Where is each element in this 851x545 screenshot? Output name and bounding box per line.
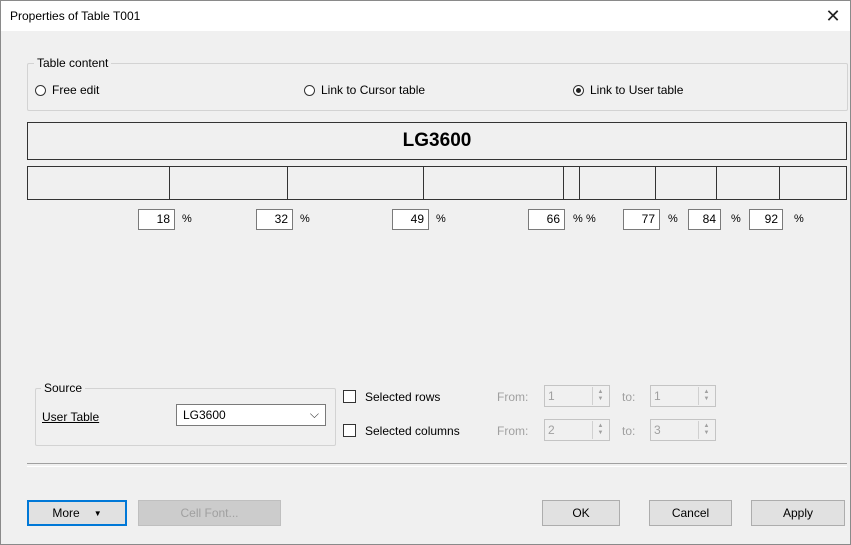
spin-arrows-icon[interactable]: ▲ ▼: [592, 387, 608, 405]
column-width-input[interactable]: 18: [138, 209, 175, 230]
radio-link-user-table[interactable]: Link to User table: [573, 83, 683, 97]
properties-dialog: Properties of Table T001 ✕ Table content…: [0, 0, 851, 545]
cols-to-spinner[interactable]: 3 ▲ ▼: [650, 419, 716, 441]
column-divider[interactable]: [563, 167, 564, 199]
radio-link-cursor-table[interactable]: Link to Cursor table: [304, 83, 425, 97]
rows-to-spinner[interactable]: 1 ▲ ▼: [650, 385, 716, 407]
user-table-select[interactable]: LG3600 ⌵: [176, 404, 326, 426]
source-group-label: Source: [41, 381, 86, 395]
percent-label: %: [794, 213, 804, 225]
close-icon[interactable]: ✕: [816, 1, 850, 31]
rows-to-label: to:: [622, 390, 636, 404]
cols-from-spinner[interactable]: 2 ▲ ▼: [544, 419, 610, 441]
selected-columns-checkbox[interactable]: [343, 424, 356, 437]
cols-from-value: 2: [548, 423, 555, 437]
radio-link-cursor-table-label: Link to Cursor table: [321, 83, 426, 97]
spin-arrows-icon[interactable]: ▲ ▼: [698, 387, 714, 405]
more-button[interactable]: More ▼: [27, 500, 127, 526]
rows-from-value: 1: [548, 389, 555, 403]
percent-label: %: [182, 213, 192, 225]
rows-to-value: 1: [654, 389, 661, 403]
column-width-input[interactable]: 49: [392, 209, 429, 230]
radio-link-user-table-indicator: [573, 84, 584, 96]
column-width-input[interactable]: 66: [528, 209, 565, 230]
chevron-down-icon: ⌵: [309, 407, 319, 421]
radio-link-user-table-label: Link to User table: [590, 83, 684, 97]
cols-to-value: 3: [654, 423, 661, 437]
column-width-input[interactable]: 77: [623, 209, 660, 230]
separator: [27, 463, 847, 467]
selected-rows-label[interactable]: Selected rows: [365, 390, 440, 404]
column-divider[interactable]: [579, 167, 580, 199]
column-divider[interactable]: [287, 167, 288, 199]
column-width-input[interactable]: 92: [749, 209, 783, 230]
column-divider[interactable]: [716, 167, 717, 199]
percent-label: %: [573, 213, 583, 225]
cols-to-label: to:: [622, 424, 636, 438]
percent-label: %: [668, 213, 678, 225]
percent-label: %: [731, 213, 741, 225]
user-table-select-value: LG3600: [183, 408, 226, 422]
column-divider[interactable]: [655, 167, 656, 199]
dialog-title: Properties of Table T001: [10, 9, 141, 23]
cell-font-button[interactable]: Cell Font...: [138, 500, 281, 526]
percent-label: %: [436, 213, 446, 225]
table-title-cell[interactable]: LG3600: [27, 122, 847, 160]
dropdown-arrow-icon: ▼: [93, 508, 102, 518]
column-divider[interactable]: [169, 167, 170, 199]
radio-free-edit-indicator: [35, 84, 46, 96]
percent-label: %: [300, 213, 310, 225]
radio-free-edit-label: Free edit: [52, 83, 100, 97]
selected-columns-label[interactable]: Selected columns: [365, 424, 460, 438]
radio-free-edit[interactable]: Free edit: [35, 83, 99, 97]
apply-button[interactable]: Apply: [751, 500, 845, 526]
column-divider[interactable]: [779, 167, 780, 199]
more-button-label: More: [52, 506, 80, 520]
table-columns-row[interactable]: [27, 166, 847, 200]
spin-arrows-icon[interactable]: ▲ ▼: [698, 421, 714, 439]
percent-label: %: [586, 213, 596, 225]
ok-button[interactable]: OK: [542, 500, 620, 526]
radio-link-cursor-table-indicator: [304, 84, 315, 96]
column-width-input[interactable]: 32: [256, 209, 293, 230]
table-content-label: Table content: [34, 56, 112, 70]
selected-rows-checkbox[interactable]: [343, 390, 356, 403]
column-divider[interactable]: [423, 167, 424, 199]
column-width-input[interactable]: 84: [688, 209, 721, 230]
cancel-button[interactable]: Cancel: [649, 500, 732, 526]
title-bar: Properties of Table T001 ✕: [1, 1, 850, 31]
spin-arrows-icon[interactable]: ▲ ▼: [592, 421, 608, 439]
cols-from-label: From:: [497, 424, 529, 438]
rows-from-spinner[interactable]: 1 ▲ ▼: [544, 385, 610, 407]
table-content-group: [27, 63, 848, 111]
user-table-label: User Table: [42, 410, 100, 424]
rows-from-label: From:: [497, 390, 529, 404]
